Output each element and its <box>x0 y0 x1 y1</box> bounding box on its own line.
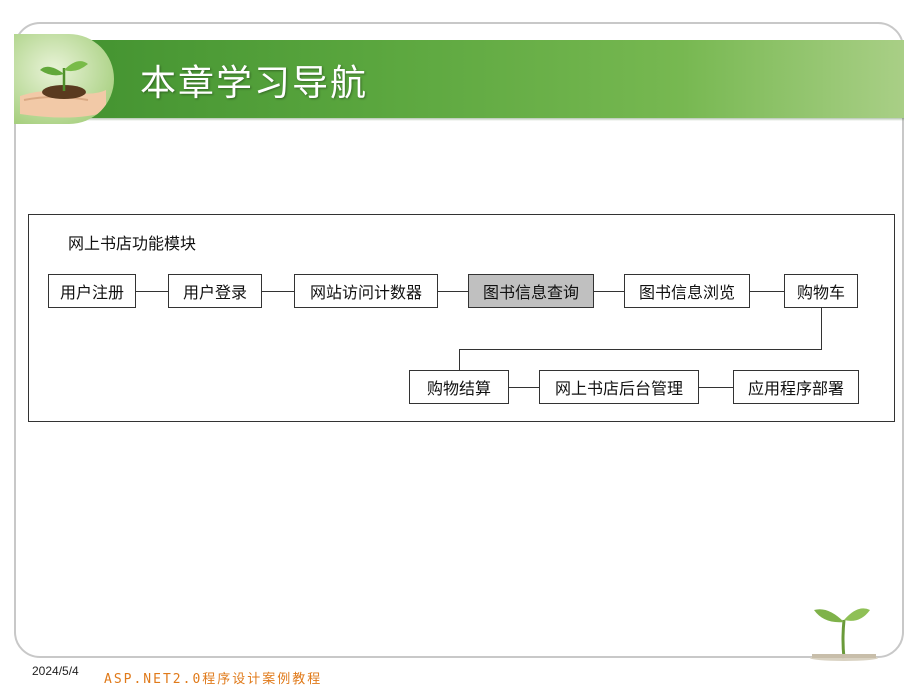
module-checkout: 购物结算 <box>409 370 509 404</box>
module-book-query: 图书信息查询 <box>468 274 594 308</box>
module-user-login: 用户登录 <box>168 274 262 308</box>
connector <box>509 387 539 388</box>
module-visit-counter: 网站访问计数器 <box>294 274 438 308</box>
connector <box>262 291 294 292</box>
footer-date: 2024/5/4 <box>32 664 79 678</box>
seedling-in-hands-icon <box>14 34 114 124</box>
connector <box>136 291 168 292</box>
connector <box>699 387 733 388</box>
module-book-browse: 图书信息浏览 <box>624 274 750 308</box>
connector <box>438 291 468 292</box>
connector <box>750 291 784 292</box>
connector <box>459 349 460 371</box>
connector <box>821 308 822 350</box>
sprout-icon <box>800 596 890 662</box>
connector <box>594 291 624 292</box>
module-shopping-cart: 购物车 <box>784 274 858 308</box>
module-user-registration: 用户注册 <box>48 274 136 308</box>
title-banner-shadow <box>16 118 904 121</box>
diagram-label: 网上书店功能模块 <box>68 234 197 253</box>
module-admin: 网上书店后台管理 <box>539 370 699 404</box>
module-deployment: 应用程序部署 <box>733 370 859 404</box>
page-title: 本章学习导航 <box>140 63 369 104</box>
footer-course-title: ASP.NET2.0程序设计案例教程 <box>104 672 323 687</box>
slide: 本章学习导航 网上书店功能模块 用户注册 用户登录 网站访问计数器 图书信息查询… <box>0 0 920 690</box>
connector <box>459 349 822 350</box>
